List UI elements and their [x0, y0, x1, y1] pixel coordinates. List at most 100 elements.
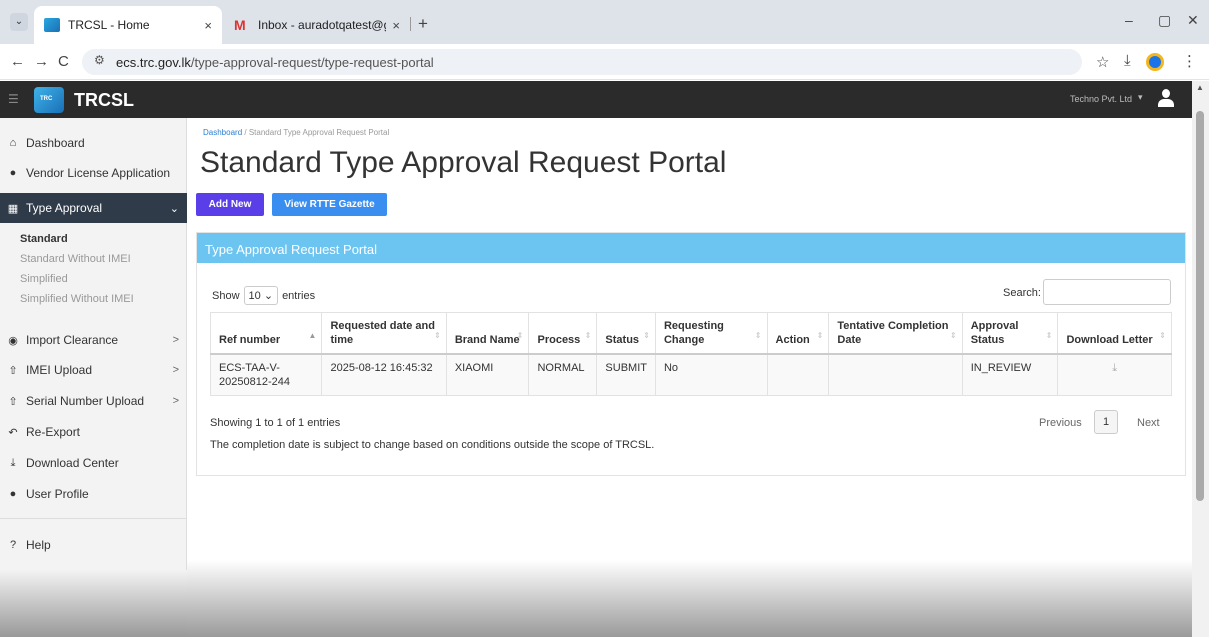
downloads-icon[interactable]: ⤓: [1124, 52, 1131, 69]
sort-icon: ⇕: [816, 331, 824, 340]
show-label: Show: [212, 289, 240, 302]
view-rtte-gazette-button[interactable]: View RTTE Gazette: [272, 193, 387, 216]
page-scrollbar[interactable]: ▲: [1192, 81, 1209, 637]
sidebar-item-import-clearance[interactable]: ◉ Import Clearance >: [0, 325, 187, 355]
new-tab-button[interactable]: +: [418, 14, 428, 34]
sidebar-subitem-simplified[interactable]: Simplified: [20, 273, 68, 285]
col-label: Requesting Change: [663, 320, 724, 346]
reply-icon: ↶: [8, 426, 18, 439]
sidebar-item-help[interactable]: ? Help: [0, 530, 187, 560]
col-label: Process: [537, 334, 581, 346]
sidebar-item-label: Download Center: [26, 456, 119, 470]
address-bar[interactable]: ⚙ ecs.trc.gov.lk/type-approval-request/t…: [82, 49, 1082, 75]
forward-button[interactable]: →: [34, 53, 49, 70]
entries-select[interactable]: 10 ⌄: [243, 286, 279, 305]
url-path: /type-approval-request/type-request-port…: [190, 55, 434, 70]
table-row: ECS-TAA-V-20250812-244 2025-08-12 16:45:…: [209, 353, 1172, 396]
sort-icon: ⇕: [1045, 331, 1053, 340]
sidebar-item-label: Vendor License Application: [26, 166, 171, 180]
url-host: ecs.trc.gov.lk: [116, 55, 191, 70]
scroll-up-icon[interactable]: ▲: [1196, 83, 1204, 92]
col-label: Tentative Completion Date: [837, 320, 949, 346]
col-approval-status[interactable]: Approval Status ⇕: [961, 312, 1059, 355]
user-caret-icon[interactable]: ▾: [1138, 92, 1143, 103]
user-icon[interactable]: [1158, 89, 1174, 109]
sidebar-subitem-standard[interactable]: Standard: [20, 233, 68, 245]
close-window-button[interactable]: ✕: [1187, 12, 1199, 29]
reload-button[interactable]: C: [58, 53, 69, 70]
tab-search-button[interactable]: ⌄: [10, 13, 28, 31]
pagination-previous[interactable]: Previous: [1039, 417, 1082, 429]
sidebar-subitem-standard-without-imei[interactable]: Standard Without IMEI: [20, 253, 131, 265]
sidebar: ⌂ Dashboard ● Vendor License Application…: [0, 118, 187, 637]
breadcrumb: Dashboard / Standard Type Approval Reque…: [203, 128, 389, 137]
sidebar-item-label: Type Approval: [26, 201, 103, 215]
browser-tabstrip: ⌄ TRCSL - Home × M Inbox - auradotqatest…: [0, 0, 1209, 44]
sidebar-item-vendor-license[interactable]: ● Vendor License Application: [0, 158, 187, 188]
sidebar-item-imei-upload[interactable]: ⇧ IMEI Upload >: [0, 355, 187, 385]
sort-asc-icon: ▲: [308, 331, 317, 340]
app-header: ☰ TRCSL Techno Pvt. Ltd ▾: [0, 81, 1209, 118]
sidebar-toggle-icon[interactable]: ☰: [8, 92, 19, 106]
sidebar-item-label: Import Clearance: [26, 333, 119, 347]
back-button[interactable]: ←: [10, 53, 25, 70]
user-menu[interactable]: Techno Pvt. Ltd: [1070, 94, 1132, 104]
sidebar-subitem-simplified-without-imei[interactable]: Simplified Without IMEI: [20, 293, 134, 305]
bookmark-star-icon[interactable]: ☆: [1096, 53, 1109, 71]
sidebar-item-type-approval[interactable]: ▦ Type Approval ⌄: [0, 193, 187, 223]
scrollbar-thumb[interactable]: [1196, 111, 1204, 501]
chevron-right-icon: >: [172, 334, 179, 346]
entries-label: entries: [282, 289, 316, 302]
col-ref-number[interactable]: Ref number ▲: [209, 312, 323, 355]
home-icon: ⌂: [9, 137, 17, 149]
sort-icon: ⇕: [584, 331, 592, 340]
add-new-button[interactable]: Add New: [196, 193, 264, 216]
col-requested-date[interactable]: Requested date and time ⇕: [321, 312, 447, 355]
breadcrumb-dashboard-link[interactable]: Dashboard: [203, 128, 242, 137]
restore-button[interactable]: ▢: [1158, 12, 1171, 29]
import-icon: ◉: [8, 334, 18, 347]
sidebar-item-serial-number-upload[interactable]: ⇧ Serial Number Upload >: [0, 386, 187, 416]
url-text: ecs.trc.gov.lk/type-approval-request/typ…: [116, 55, 434, 70]
col-label: Approval Status: [970, 320, 1019, 346]
sidebar-item-re-export[interactable]: ↶ Re-Export: [0, 417, 187, 447]
user-icon: ●: [9, 488, 17, 500]
col-label: Requested date and time: [330, 320, 435, 346]
tab-close-icon[interactable]: ×: [204, 18, 212, 33]
col-status[interactable]: Status ⇕: [596, 312, 656, 355]
pagination-next[interactable]: Next: [1137, 417, 1160, 429]
browser-menu-icon[interactable]: ⋮: [1182, 52, 1197, 70]
minimize-button[interactable]: –: [1125, 12, 1133, 28]
tab-close-icon[interactable]: ×: [392, 18, 400, 33]
panel-title: Type Approval Request Portal: [197, 233, 1185, 263]
profile-avatar[interactable]: [1146, 53, 1164, 71]
tab-trcsl-home[interactable]: TRCSL - Home ×: [34, 6, 222, 44]
col-download-letter[interactable]: Download Letter ⇕: [1057, 312, 1172, 355]
pagination-page-1[interactable]: 1: [1094, 410, 1118, 434]
col-action[interactable]: Action ⇕: [766, 312, 830, 355]
browser-toolbar: ← → C ⚙ ecs.trc.gov.lk/type-approval-req…: [0, 44, 1209, 80]
col-process[interactable]: Process ⇕: [528, 312, 598, 355]
col-label: Ref number: [219, 334, 281, 346]
page-title: Standard Type Approval Request Portal: [200, 146, 727, 179]
tab-title: TRCSL - Home: [68, 18, 150, 32]
tab-gmail-inbox[interactable]: M Inbox - auradotqatest@gmail.c ×: [224, 6, 410, 44]
request-portal-panel: Type Approval Request Portal Show 10 ⌄ e…: [196, 232, 1186, 476]
sort-icon: ⇕: [434, 331, 441, 340]
col-requesting-change[interactable]: Requesting Change ⇕: [654, 312, 768, 355]
sidebar-item-dashboard[interactable]: ⌂ Dashboard: [0, 128, 187, 158]
col-brand-name[interactable]: Brand Name ⇕: [445, 312, 530, 355]
upload-icon: ⇧: [8, 364, 18, 377]
col-tentative-completion[interactable]: Tentative Completion Date ⇕: [828, 312, 963, 355]
chevron-right-icon: >: [172, 364, 179, 376]
sidebar-footer: [0, 570, 187, 637]
cell-brand-name: XIAOMI: [445, 353, 530, 396]
breadcrumb-current: Standard Type Approval Request Portal: [248, 128, 390, 137]
tab-separator: [410, 17, 411, 31]
search-input[interactable]: [1043, 279, 1171, 305]
download-letter-icon[interactable]: ⤓: [1057, 353, 1172, 396]
sidebar-divider: [0, 518, 187, 519]
sidebar-item-user-profile[interactable]: ● User Profile: [0, 479, 187, 509]
site-info-icon[interactable]: ⚙: [94, 53, 105, 67]
sidebar-item-download-center[interactable]: ⤓ Download Center: [0, 448, 187, 478]
